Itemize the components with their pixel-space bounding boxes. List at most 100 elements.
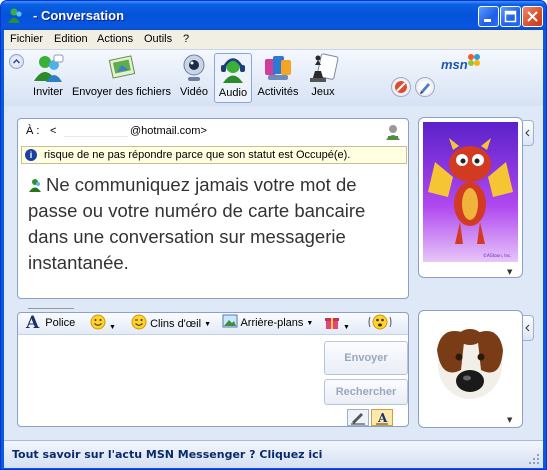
tool-label: Audio	[218, 87, 248, 99]
my-avatar	[423, 315, 518, 409]
chevron-down-icon: ▼	[343, 324, 350, 331]
games-icon	[310, 53, 339, 82]
tool-label: Jeux	[311, 86, 335, 98]
toolbar: Inviter Envoyer des fichiers Vidéo Audio…	[4, 50, 543, 106]
chevron-down-icon: ▼	[306, 320, 314, 327]
wink-icon	[131, 314, 147, 330]
conversation-history[interactable]: À : < @hotmail.com> i risque de ne pas r…	[17, 118, 409, 309]
smiley-icon	[90, 314, 106, 330]
title-bar[interactable]: - Conversation	[1, 1, 546, 30]
text-mode-tab[interactable]: A	[371, 409, 393, 426]
pencil-icon	[420, 83, 430, 94]
tool-inviter[interactable]: Inviter	[29, 53, 67, 103]
backgrounds-button[interactable]: Arrière-plans ▼	[222, 314, 313, 329]
notice-text: risque de ne pas répondre parce que son …	[44, 149, 351, 161]
security-warning: Ne communiquez jamais votre mot de passe…	[28, 172, 398, 276]
menu-actions[interactable]: Actions	[97, 33, 133, 45]
menu-bar: Fichier Edition Actions Outils ?	[4, 30, 543, 50]
msn-butterfly-icon	[468, 54, 480, 66]
activities-icon	[265, 56, 291, 80]
webcam-icon	[183, 54, 205, 81]
audio-headset-icon	[221, 58, 245, 83]
font-icon: A	[26, 313, 40, 333]
tool-audio[interactable]: Audio	[214, 53, 252, 103]
menu-edition[interactable]: Edition	[54, 33, 88, 45]
block-icon	[395, 81, 407, 93]
svg-text:©AGtoon, Inc.: ©AGtoon, Inc.	[483, 253, 512, 258]
window-client: Fichier Edition Actions Outils ? Inviter	[4, 30, 543, 468]
nudge-button[interactable]	[368, 314, 392, 333]
svg-text:A: A	[377, 411, 388, 425]
buddy-icon	[29, 179, 41, 192]
winks-button[interactable]: Clins d'œil ▼	[131, 314, 211, 330]
conversation-window: - Conversation Fichier Edition Actions O…	[0, 0, 547, 470]
status-notice: i risque de ne pas répondre parce que so…	[21, 146, 407, 164]
compose-toolbar: A Police ▼ Clins d'œil ▼ Arrière-plans ▼ ▼	[18, 313, 408, 335]
background-image-icon	[222, 314, 238, 328]
hide-my-picture-button[interactable]	[523, 315, 534, 341]
maximize-icon	[504, 10, 517, 23]
maximize-button[interactable]	[500, 6, 521, 27]
invite-icon	[34, 54, 64, 82]
to-row: À : < @hotmail.com>	[26, 125, 404, 141]
chevron-left-icon	[525, 324, 530, 332]
pen-icon	[351, 413, 365, 425]
minimize-icon	[484, 19, 491, 22]
to-email: @hotmail.com>	[130, 125, 207, 137]
msn-buddy-icon	[8, 8, 22, 23]
my-avatar-frame: ▼	[418, 310, 523, 428]
contact-card-icon[interactable]	[384, 123, 402, 141]
handwriting-tab[interactable]	[347, 409, 369, 426]
tool-label: Envoyer des fichiers	[71, 86, 172, 98]
change-display-button[interactable]	[415, 77, 435, 97]
chevron-down-icon[interactable]: ▼	[507, 268, 512, 276]
compose-area: A Police ▼ Clins d'œil ▼ Arrière-plans ▼ ▼	[17, 312, 409, 427]
send-files-icon	[108, 55, 135, 79]
chevron-down-icon[interactable]: ▼	[507, 416, 512, 424]
backgrounds-label: Arrière-plans	[240, 317, 304, 329]
window-title: - Conversation	[33, 8, 125, 23]
menu-fichier[interactable]: Fichier	[10, 33, 43, 45]
menu-help[interactable]: ?	[183, 33, 189, 45]
tool-activites[interactable]: Activités	[255, 53, 301, 103]
contact-avatar-frame: ©AGtoon, Inc. ▼	[418, 117, 523, 278]
chevron-down-icon: ▼	[204, 321, 211, 328]
winks-label: Clins d'œil	[150, 318, 202, 330]
tool-label: Inviter	[33, 86, 63, 98]
close-icon	[527, 11, 538, 22]
tool-label: Vidéo	[180, 86, 208, 98]
search-button[interactable]: Rechercher	[324, 379, 408, 405]
chevron-left-icon	[525, 129, 530, 137]
msn-news-link[interactable]: Tout savoir sur l'actu MSN Messenger ? C…	[12, 448, 322, 461]
text-mode-icon: A	[376, 411, 388, 425]
info-icon: i	[25, 149, 37, 161]
chevron-up-icon	[12, 58, 21, 64]
separator-line	[28, 308, 74, 309]
hide-contact-picture-button[interactable]	[523, 120, 534, 146]
send-button[interactable]: Envoyer	[324, 341, 408, 375]
tool-label: Activités	[257, 86, 299, 98]
tool-video[interactable]: Vidéo	[177, 53, 211, 103]
close-button[interactable]	[522, 6, 543, 27]
minimize-button[interactable]	[478, 6, 499, 27]
menu-outils[interactable]: Outils	[144, 33, 172, 45]
font-button[interactable]: A Police	[26, 313, 75, 333]
font-label: Police	[45, 317, 76, 329]
resize-grip-icon[interactable]	[528, 453, 540, 465]
chevron-down-icon: ▼	[109, 324, 116, 331]
gift-icon	[325, 318, 339, 329]
warning-text: Ne communiquez jamais votre mot de passe…	[28, 174, 366, 273]
nudge-icon	[368, 314, 392, 330]
tool-jeux[interactable]: Jeux	[306, 53, 340, 103]
to-bracket: <	[50, 125, 57, 137]
status-bar: Tout savoir sur l'actu MSN Messenger ? C…	[4, 440, 543, 468]
contact-avatar: ©AGtoon, Inc.	[423, 122, 518, 262]
to-label: À :	[26, 125, 40, 137]
msn-logo: msn	[441, 57, 468, 72]
redacted-name	[64, 126, 128, 137]
tool-envoyer-fichiers[interactable]: Envoyer des fichiers	[70, 53, 173, 103]
gift-button[interactable]: ▼	[324, 314, 350, 333]
block-button[interactable]	[391, 77, 411, 97]
emoticon-button[interactable]: ▼	[90, 314, 116, 333]
collapse-toolbar-button[interactable]	[9, 54, 24, 69]
